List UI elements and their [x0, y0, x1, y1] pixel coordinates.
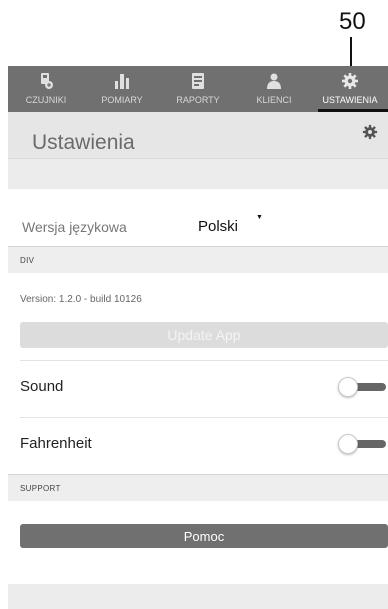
sound-label: Sound — [20, 378, 64, 395]
tab-label: CZUJNIKI — [25, 95, 67, 105]
version-text: Version: 1.2.0 - build 10126 — [20, 294, 142, 305]
tab-label: USTAWIENIA — [322, 95, 378, 105]
toggle-knob — [338, 377, 358, 397]
fahrenheit-toggle[interactable] — [338, 434, 388, 454]
tab-label: RAPORTY — [176, 95, 220, 105]
tab-label: KLIENCI — [256, 95, 292, 105]
dropdown-caret-icon[interactable]: ▼ — [256, 214, 263, 221]
help-button[interactable]: Pomoc — [20, 524, 388, 548]
tab-bar: CZUJNIKI POMIARY RAPORTY KLIENCI USTAWIE… — [8, 66, 388, 112]
clients-icon — [267, 73, 281, 89]
tab-czujniki[interactable]: CZUJNIKI — [8, 66, 84, 112]
tab-raporty[interactable]: RAPORTY — [160, 66, 236, 112]
settings-icon — [342, 73, 358, 89]
toggle-knob — [338, 434, 358, 454]
bar-chart-icon — [115, 74, 129, 89]
sensor-icon — [41, 73, 53, 89]
language-select[interactable]: Polski — [198, 218, 238, 235]
section-header-support: SUPPORT — [8, 474, 388, 501]
section-heading: SUPPORT — [20, 484, 61, 493]
language-label: Wersja językowa — [22, 219, 127, 235]
update-app-button[interactable]: Update App — [20, 322, 388, 348]
header-spacer — [8, 158, 388, 189]
report-icon — [192, 73, 204, 89]
section-heading: DIV — [20, 256, 35, 265]
gear-icon[interactable] — [362, 124, 378, 140]
tab-pomiary[interactable]: POMIARY — [84, 66, 160, 112]
page-title: Ustawienia — [32, 131, 135, 154]
callout-number: 50 — [339, 8, 366, 35]
sound-toggle[interactable] — [338, 377, 388, 397]
tab-ustawienia[interactable]: USTAWIENIA — [312, 66, 388, 112]
page-header: Ustawienia — [8, 112, 388, 158]
sound-row: Sound — [8, 371, 388, 401]
section-header-div: DIV — [8, 246, 388, 273]
divider — [20, 360, 388, 361]
fahrenheit-row: Fahrenheit — [8, 428, 388, 458]
divider — [20, 417, 388, 418]
language-row[interactable]: Wersja językowa Polski ▼ — [8, 210, 388, 242]
tab-label: POMIARY — [101, 95, 143, 105]
fahrenheit-label: Fahrenheit — [20, 435, 92, 452]
tab-klienci[interactable]: KLIENCI — [236, 66, 312, 112]
footer-band — [8, 584, 388, 609]
